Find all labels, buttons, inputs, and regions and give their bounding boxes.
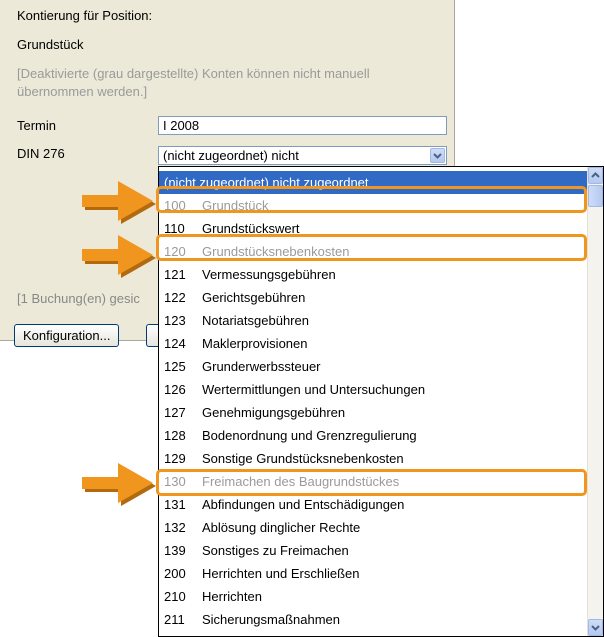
option-label: Maklerprovisionen [202, 336, 308, 351]
option-label: Sicherungsmaßnahmen [202, 612, 341, 627]
option-label: Vermessungsgebühren [202, 267, 336, 282]
dropdown-option[interactable]: 200 Herrichten und Erschließen [159, 562, 587, 585]
dropdown-option[interactable]: 127 Genehmigungsgebühren [159, 401, 587, 424]
option-label: Genehmigungsgebühren [202, 405, 346, 420]
booking-status: [1 Buchung(en) gesic [17, 291, 140, 306]
option-label: Ablösung dinglicher Rechte [202, 520, 361, 535]
option-code: 210 [164, 589, 186, 604]
highlight-frame-130 [156, 469, 587, 496]
option-label: Sonstiges zu Freimachen [202, 543, 349, 558]
option-code: 123 [164, 313, 186, 328]
highlight-frame-120 [156, 234, 587, 261]
dropdown-option[interactable]: 131 Abfindungen und Entschädigungen [159, 493, 587, 516]
dropdown-option[interactable]: 132 Ablösung dinglicher Rechte [159, 516, 587, 539]
chevron-down-icon[interactable] [430, 148, 445, 163]
option-label: Sonstige Grundstücksnebenkosten [202, 451, 404, 466]
option-code: 127 [164, 405, 186, 420]
option-label: Herrichten und Erschließen [202, 566, 360, 581]
option-code: 125 [164, 359, 186, 374]
option-label: Gerichtsgebühren [202, 290, 306, 305]
option-label: Wertermittlungen und Untersuchungen [202, 382, 426, 397]
disabled-accounts-hint: [Deaktivierte (grau dargestellte) Konten… [17, 66, 370, 99]
highlight-frame-100 [156, 186, 587, 213]
dropdown-option[interactable]: 126 Wertermittlungen und Untersuchungen [159, 378, 587, 401]
termin-input[interactable]: I 2008 [158, 116, 447, 135]
section-title: Kontierung für Position: [17, 8, 153, 23]
dropdown-option[interactable]: 124 Maklerprovisionen [159, 332, 587, 355]
dropdown-option[interactable]: 123 Notariatsgebühren [159, 309, 587, 332]
dropdown-option[interactable]: 121 Vermessungsgebühren [159, 263, 587, 286]
din-276-select[interactable]: (nicht zugeordnet) nicht [158, 146, 447, 165]
dropdown-option[interactable]: 139 Sonstiges zu Freimachen [159, 539, 587, 562]
option-code: 121 [164, 267, 186, 282]
arrow-right-icon [82, 463, 156, 506]
dropdown-option[interactable]: 122 Gerichtsgebühren [159, 286, 587, 309]
option-code: 126 [164, 382, 186, 397]
option-code: 131 [164, 497, 186, 512]
option-code: 139 [164, 543, 186, 558]
option-code: 211 [164, 612, 185, 627]
dropdown-scrollbar[interactable] [587, 167, 603, 636]
arrow-down-icon[interactable] [588, 619, 603, 636]
termin-label: Termin [17, 118, 57, 133]
arrow-up-icon[interactable] [588, 167, 603, 184]
option-code: 200 [164, 566, 186, 581]
option-code: 124 [164, 336, 186, 351]
option-code: 122 [164, 290, 186, 305]
dropdown-option[interactable]: 210 Herrichten [159, 585, 587, 608]
din-276-select-value: (nicht zugeordnet) nicht [163, 148, 299, 163]
option-label: Grunderwerbssteuer [202, 359, 321, 374]
configuration-button[interactable]: Konfiguration... [14, 324, 120, 347]
option-label: Abfindungen und Entschädigungen [202, 497, 405, 512]
dropdown-option[interactable]: 125 Grunderwerbssteuer [159, 355, 587, 378]
option-label: Bodenordnung und Grenzregulierung [202, 428, 417, 443]
dropdown-option[interactable]: 129 Sonstige Grundstücksnebenkosten [159, 447, 587, 470]
option-code: 128 [164, 428, 186, 443]
option-label: Notariatsgebühren [202, 313, 309, 328]
scrollbar-thumb[interactable] [588, 185, 603, 207]
din-276-label: DIN 276 [17, 146, 65, 161]
arrow-right-icon [82, 181, 156, 224]
dropdown-option[interactable]: 128 Bodenordnung und Grenzregulierung [159, 424, 587, 447]
option-code: 129 [164, 451, 186, 466]
arrow-right-icon [82, 235, 156, 278]
dropdown-option[interactable]: 211 Sicherungsmaßnahmen [159, 608, 587, 631]
option-label: Herrichten [202, 589, 262, 604]
option-code: 132 [164, 520, 186, 535]
position-name: Grundstück [17, 37, 84, 52]
